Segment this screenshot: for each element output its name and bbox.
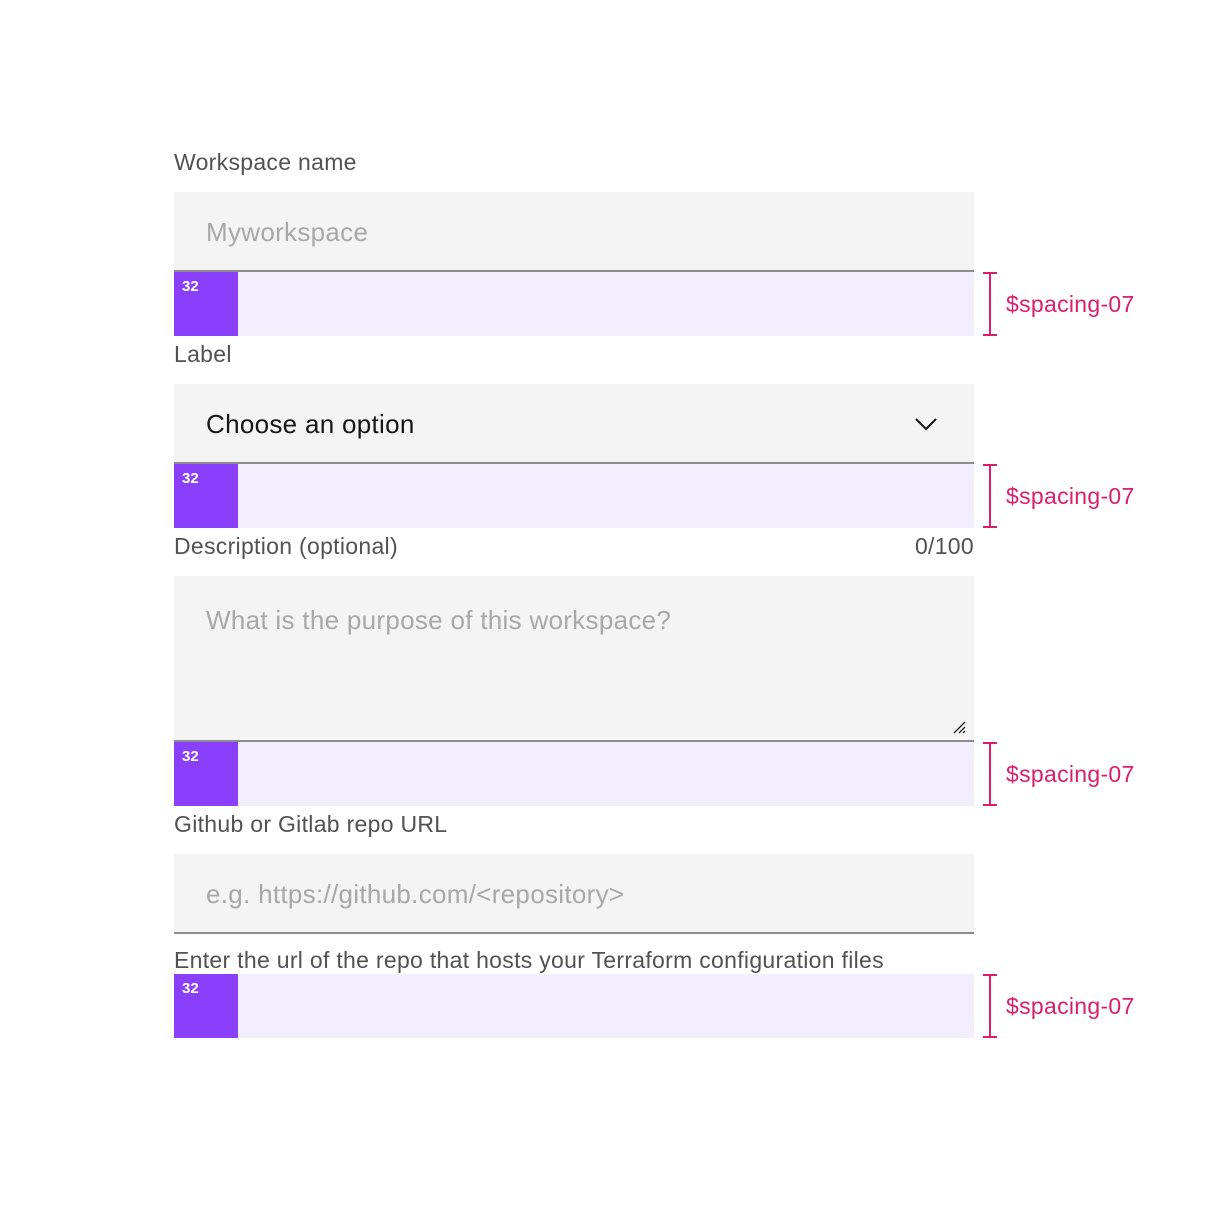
repo-url-placeholder: e.g. https://github.com/<repository> xyxy=(206,879,625,909)
spacing-bracket-icon xyxy=(982,974,998,1038)
spacing-token-label: $spacing-07 xyxy=(1006,993,1135,1019)
spacing-token: 32 xyxy=(174,742,238,806)
repo-url-input[interactable]: e.g. https://github.com/<repository> xyxy=(174,854,974,934)
spacing-value: 32 xyxy=(182,980,199,997)
repo-url-label: Github or Gitlab repo URL xyxy=(174,811,448,837)
resize-handle-icon[interactable] xyxy=(952,720,966,734)
spacing-token-label: $spacing-07 xyxy=(1006,291,1135,317)
description-placeholder: What is the purpose of this workspace? xyxy=(206,605,672,635)
spacing-area: 32 xyxy=(174,464,974,528)
character-counter: 0/100 xyxy=(914,533,974,559)
chevron-down-icon xyxy=(914,412,938,436)
spacing-token: 32 xyxy=(174,464,238,528)
option-select[interactable]: Choose an option xyxy=(174,384,974,464)
workspace-name-placeholder: Myworkspace xyxy=(206,217,369,247)
description-label: Description (optional) xyxy=(174,533,398,559)
spacing-bracket-icon xyxy=(982,464,998,528)
spacing-value: 32 xyxy=(182,278,199,295)
select-value: Choose an option xyxy=(206,409,415,439)
spacing-area: 32 xyxy=(174,742,974,806)
spacing-area: 32 xyxy=(174,272,974,336)
spacing-bracket-icon xyxy=(982,742,998,806)
spacing-bracket-icon xyxy=(982,272,998,336)
spacing-value: 32 xyxy=(182,748,199,765)
spacing-token: 32 xyxy=(174,974,238,1038)
description-textarea[interactable]: What is the purpose of this workspace? xyxy=(174,576,974,742)
repo-url-helper-text: Enter the url of the repo that hosts you… xyxy=(174,947,884,973)
spacing-value: 32 xyxy=(182,470,199,487)
workspace-name-label: Workspace name xyxy=(174,149,357,175)
spacing-token-label: $spacing-07 xyxy=(1006,761,1135,787)
spacing-token-label: $spacing-07 xyxy=(1006,483,1135,509)
select-label: Label xyxy=(174,341,232,367)
spacing-area: 32 xyxy=(174,974,974,1038)
workspace-name-input[interactable]: Myworkspace xyxy=(174,192,974,272)
spacing-token: 32 xyxy=(174,272,238,336)
